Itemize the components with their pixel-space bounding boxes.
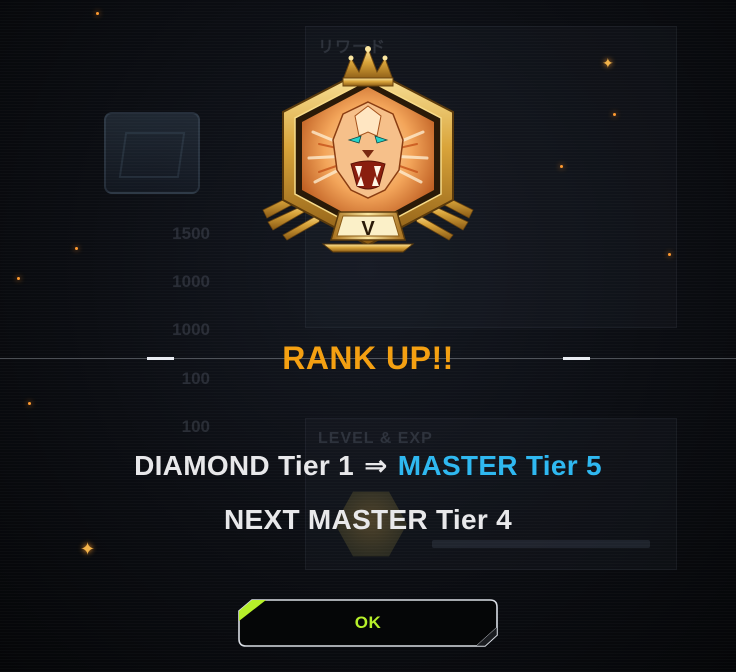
background-reward-value: 1000 — [172, 272, 210, 291]
background-reward-value: 100 — [181, 417, 210, 436]
master-rank-emblem: V — [253, 40, 483, 265]
arrow-icon: ⇒ — [364, 450, 388, 481]
background-chest-icon — [104, 112, 200, 194]
ember-dot — [613, 113, 616, 116]
ok-button-label: OK — [354, 613, 382, 632]
ember-dot — [17, 277, 20, 280]
ember-dot — [28, 402, 31, 405]
ok-button[interactable]: OK — [238, 599, 498, 647]
ember-dot — [560, 165, 563, 168]
tier-numeral: V — [361, 218, 375, 240]
from-rank: DIAMOND Tier 1 — [134, 450, 355, 481]
lion-emblem-icon: V — [262, 46, 474, 253]
ember-dot — [75, 247, 78, 250]
sparkle-icon: ✦ — [602, 55, 614, 71]
rank-up-title: RANK UP!! — [282, 340, 454, 376]
background-exp-bar — [432, 540, 650, 548]
to-rank: MASTER Tier 5 — [397, 450, 602, 481]
rank-transition: DIAMOND Tier 1 ⇒ MASTER Tier 5 — [0, 449, 736, 482]
sparkle-icon: ✦ — [80, 539, 96, 559]
next-rank-text: NEXT MASTER Tier 4 — [223, 504, 513, 535]
rank-up-screen: リワード 1500 1000 1000 100 100 LEVEL & EXP … — [0, 0, 736, 672]
background-reward-value: 1500 — [172, 224, 210, 243]
background-level-exp-label: LEVEL & EXP — [318, 430, 433, 447]
ember-dot — [668, 253, 671, 256]
background-reward-value: 1000 — [172, 320, 210, 339]
ember-dot — [96, 12, 99, 15]
